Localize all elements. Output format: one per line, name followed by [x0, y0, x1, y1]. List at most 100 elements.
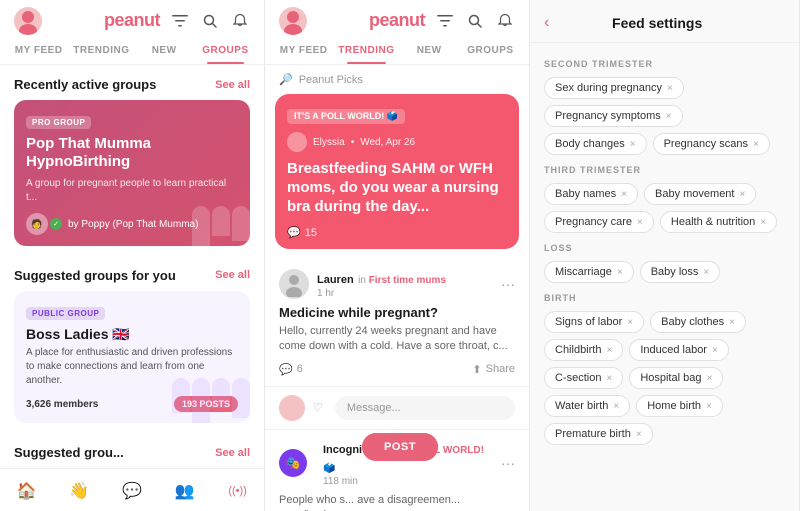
featured-group-title: Pop That Mumma HypnoBirthing: [26, 135, 238, 171]
tag-hospital-bag[interactable]: Hospital bag ×: [629, 367, 723, 389]
right-header: ‹ Feed settings: [530, 0, 799, 43]
recently-active-see-all[interactable]: See all: [215, 79, 250, 91]
tag-remove-icon[interactable]: ×: [703, 267, 709, 278]
tag-miscarriage[interactable]: Miscarriage ×: [544, 261, 634, 283]
tag-remove-icon[interactable]: ×: [606, 345, 612, 356]
bottom-nav-feed[interactable]: ((•)): [211, 477, 264, 505]
avatar[interactable]: [14, 7, 42, 35]
post-button-mid[interactable]: POST: [362, 433, 438, 461]
bell-icon[interactable]: [230, 11, 250, 31]
tag-pregnancy-scans[interactable]: Pregnancy scans ×: [653, 133, 770, 155]
poll-card[interactable]: IT'S A POLL WORLD! 🗳️ Elyssia • Wed, Apr…: [275, 94, 519, 249]
tag-remove-icon[interactable]: ×: [630, 139, 636, 150]
bottom-nav-wave[interactable]: 👋: [53, 477, 106, 505]
post1-share-action[interactable]: ⬆ Share: [472, 363, 515, 376]
tag-premature-birth[interactable]: Premature birth ×: [544, 423, 653, 445]
bottom-nav-groups[interactable]: 👥: [158, 477, 211, 505]
bottom-nav-home[interactable]: 🏠: [0, 477, 53, 505]
mid-panel: peanut: [265, 0, 530, 511]
tag-label: Pregnancy scans: [664, 138, 748, 150]
tag-remove-icon[interactable]: ×: [627, 317, 633, 328]
post1-meta: Lauren in First time mums 1 hr: [317, 270, 493, 299]
mid-avatar[interactable]: [279, 7, 307, 35]
heart-action[interactable]: ♡: [313, 401, 323, 414]
tag-remove-icon[interactable]: ×: [729, 317, 735, 328]
tag-body-changes[interactable]: Body changes ×: [544, 133, 647, 155]
tag-remove-icon[interactable]: ×: [666, 111, 672, 122]
tag-label: Premature birth: [555, 428, 631, 440]
post2-more[interactable]: ···: [501, 455, 515, 471]
left-header: peanut: [0, 0, 264, 37]
tag-label: Health & nutrition: [671, 216, 755, 228]
tag-label: Baby clothes: [661, 316, 724, 328]
tag-baby-movement[interactable]: Baby movement ×: [644, 183, 756, 205]
suggested-group-card[interactable]: PUBLIC GROUP Boss Ladies 🇬🇧 A place for …: [14, 291, 250, 423]
tag-health-nutrition[interactable]: Health & nutrition ×: [660, 211, 777, 233]
featured-group-card[interactable]: PRO GROUP Pop That Mumma HypnoBirthing A…: [14, 100, 250, 246]
tag-remove-icon[interactable]: ×: [712, 345, 718, 356]
poll-comments: 💬 15: [287, 226, 507, 239]
tag-label: Hospital bag: [640, 372, 701, 384]
tag-remove-icon[interactable]: ×: [753, 139, 759, 150]
tag-remove-icon[interactable]: ×: [621, 189, 627, 200]
tag-remove-icon[interactable]: ×: [760, 217, 766, 228]
message-input[interactable]: Message...: [335, 396, 515, 420]
tab-my-feed-mid[interactable]: MY FEED: [273, 37, 334, 64]
tag-baby-clothes[interactable]: Baby clothes ×: [650, 311, 746, 333]
tag-remove-icon[interactable]: ×: [613, 401, 619, 412]
suggested-see-all[interactable]: See all: [215, 269, 250, 281]
tab-groups-mid[interactable]: GROUPS: [460, 37, 521, 64]
mid-filter-icon[interactable]: [435, 11, 455, 31]
tab-new-left[interactable]: NEW: [133, 37, 194, 64]
tab-trending-left[interactable]: TRENDING: [69, 37, 133, 64]
peanut-picks: 🔎 Peanut Picks: [265, 65, 529, 94]
tag-c-section[interactable]: C-section ×: [544, 367, 623, 389]
poll-tag: IT'S A POLL WORLD! 🗳️: [287, 109, 405, 124]
tag-remove-icon[interactable]: ×: [637, 217, 643, 228]
tag-label: Signs of labor: [555, 316, 622, 328]
poll-author: Elyssia: [313, 137, 345, 148]
post1-more[interactable]: ···: [501, 276, 515, 292]
tag-sex-during-pregnancy[interactable]: Sex during pregnancy ×: [544, 77, 684, 99]
tag-baby-names[interactable]: Baby names ×: [544, 183, 638, 205]
author-avatar: 🧑: [26, 213, 48, 235]
tab-trending-mid[interactable]: TRENDING: [334, 37, 398, 64]
suggested-more-see-all[interactable]: See all: [215, 447, 250, 459]
back-button[interactable]: ‹: [544, 14, 549, 32]
search-icon[interactable]: [200, 11, 220, 31]
post1-group[interactable]: First time mums: [369, 275, 446, 286]
post1-header: Lauren in First time mums 1 hr ···: [279, 269, 515, 299]
tag-remove-icon[interactable]: ×: [617, 267, 623, 278]
tag-remove-icon[interactable]: ×: [706, 401, 712, 412]
tag-induced-labor[interactable]: Induced labor ×: [629, 339, 729, 361]
tag-signs-of-labor[interactable]: Signs of labor ×: [544, 311, 644, 333]
recently-active-title: Recently active groups: [14, 77, 156, 92]
tag-remove-icon[interactable]: ×: [706, 373, 712, 384]
tag-remove-icon[interactable]: ×: [739, 189, 745, 200]
tag-label: Body changes: [555, 138, 625, 150]
tag-pregnancy-symptoms[interactable]: Pregnancy symptoms ×: [544, 105, 683, 127]
tag-baby-loss[interactable]: Baby loss ×: [640, 261, 721, 283]
message-input-row: ♡ Message...: [265, 387, 529, 430]
suggested-group-title: Boss Ladies 🇬🇧: [26, 326, 238, 343]
mid-bell-icon[interactable]: [495, 11, 515, 31]
filter-icon[interactable]: [170, 11, 190, 31]
share-label: Share: [486, 363, 515, 375]
tag-childbirth[interactable]: Childbirth ×: [544, 339, 623, 361]
mid-search-icon[interactable]: [465, 11, 485, 31]
bottom-nav-chat[interactable]: 💬: [106, 477, 159, 505]
tab-my-feed-left[interactable]: MY FEED: [8, 37, 69, 64]
tag-pregnancy-care[interactable]: Pregnancy care ×: [544, 211, 654, 233]
post1-comment-action[interactable]: 💬 6: [279, 363, 303, 376]
tag-home-birth[interactable]: Home birth ×: [636, 395, 723, 417]
picks-icon: 🔎: [279, 73, 293, 86]
suggested-title: Suggested groups for you: [14, 268, 176, 283]
tab-groups-left[interactable]: GROUPS: [195, 37, 256, 64]
tag-remove-icon[interactable]: ×: [606, 373, 612, 384]
decorative-figures-2: [172, 378, 250, 423]
tag-remove-icon[interactable]: ×: [636, 429, 642, 440]
tag-water-birth[interactable]: Water birth ×: [544, 395, 630, 417]
tag-remove-icon[interactable]: ×: [667, 83, 673, 94]
tab-new-mid[interactable]: NEW: [398, 37, 459, 64]
mid-header-icons: [435, 11, 515, 31]
